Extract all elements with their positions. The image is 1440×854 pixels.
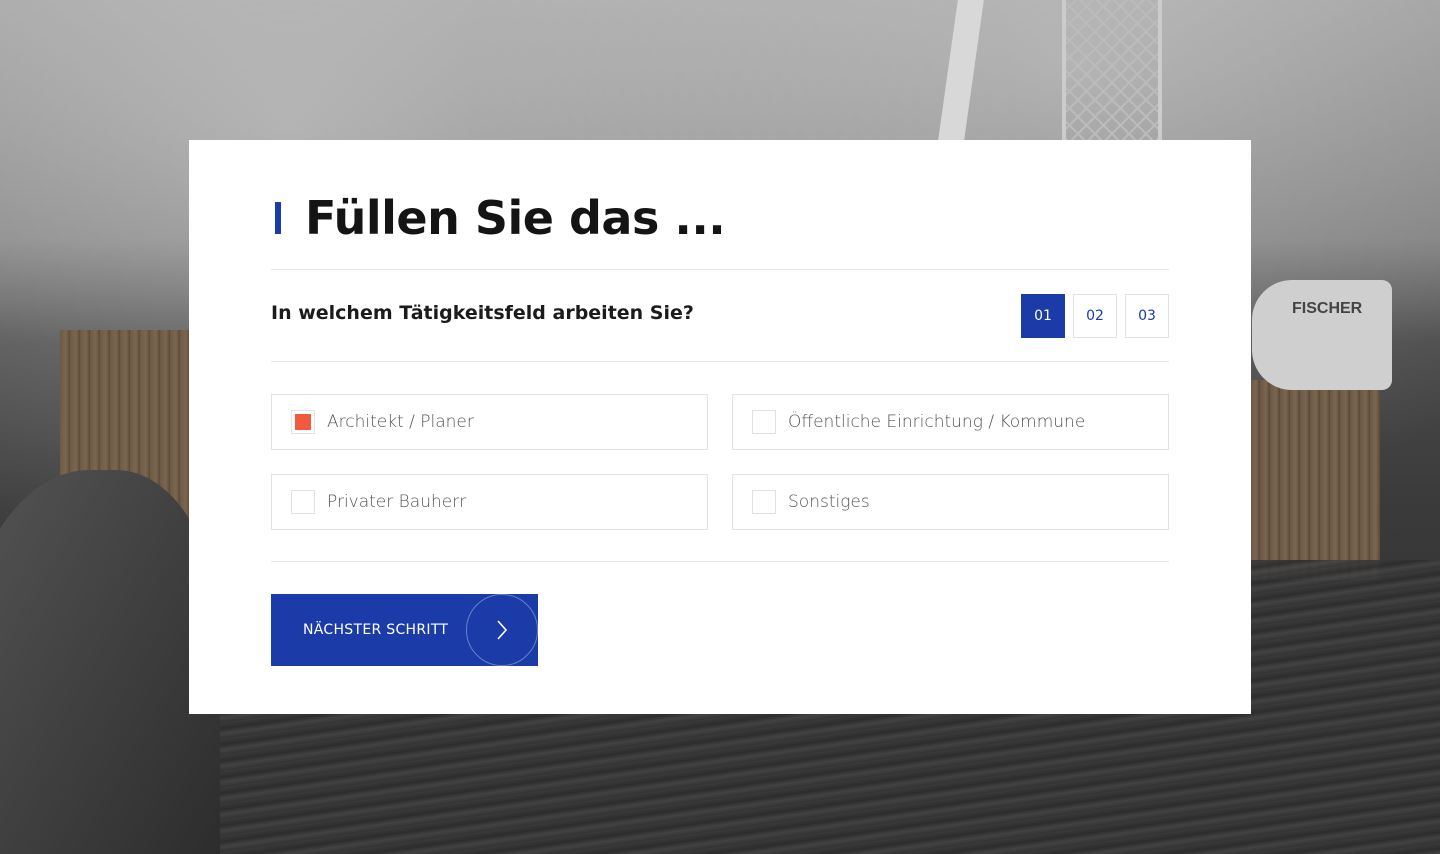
option-label: Architekt / Planer <box>327 412 474 432</box>
checkbox[interactable] <box>291 410 315 434</box>
crane-arm <box>938 0 984 140</box>
option-label: Öffentliche Einrichtung / Kommune <box>788 412 1086 432</box>
truck-label: FISCHER <box>1292 300 1363 317</box>
step-indicator: 01 02 03 <box>1021 294 1169 338</box>
option-sonstiges[interactable]: Sonstiges <box>732 474 1169 530</box>
option-architekt-planer[interactable]: Architekt / Planer <box>271 394 708 450</box>
divider-bottom <box>271 561 1169 562</box>
cement-truck <box>1252 280 1392 390</box>
divider-middle <box>271 361 1169 362</box>
question-text: In welchem Tätigkeitsfeld arbeiten Sie? <box>271 302 694 324</box>
step-1-button[interactable]: 01 <box>1021 294 1065 338</box>
next-circle <box>466 594 538 666</box>
checkbox[interactable] <box>752 490 776 514</box>
dirt-mound <box>0 470 220 854</box>
option-privater-bauherr[interactable]: Privater Bauherr <box>271 474 708 530</box>
option-label: Sonstiges <box>788 492 870 512</box>
form-modal: Füllen Sie das ... In welchem Tätigkeits… <box>189 140 1251 714</box>
form-title: Füllen Sie das ... <box>305 191 726 245</box>
wood-wall-right <box>1250 380 1380 580</box>
checkbox-fill <box>756 414 772 430</box>
chevron-right-icon <box>497 620 508 640</box>
title-accent-bar <box>275 202 281 234</box>
checkbox[interactable] <box>291 490 315 514</box>
next-step-label: NÄCHSTER SCHRITT <box>303 622 449 638</box>
option-label: Privater Bauherr <box>327 492 467 512</box>
title-row: Füllen Sie das ... <box>271 188 726 248</box>
checkbox-fill <box>756 494 772 510</box>
option-oeffentliche-einrichtung[interactable]: Öffentliche Einrichtung / Kommune <box>732 394 1169 450</box>
checkbox-fill <box>295 414 311 430</box>
step-2-button[interactable]: 02 <box>1073 294 1117 338</box>
divider-top <box>271 269 1169 270</box>
crane-tower <box>1062 0 1162 140</box>
next-step-button[interactable]: NÄCHSTER SCHRITT <box>271 594 538 666</box>
checkbox-fill <box>295 494 311 510</box>
checkbox[interactable] <box>752 410 776 434</box>
step-3-button[interactable]: 03 <box>1125 294 1169 338</box>
